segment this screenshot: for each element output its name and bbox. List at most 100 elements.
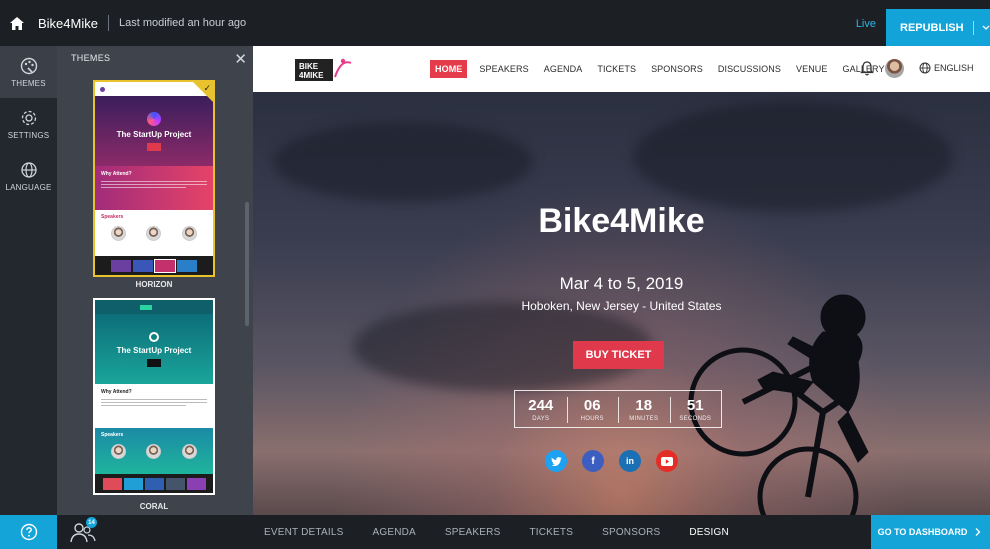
top-bar: Bike4Mike Last modified an hour ago Live…	[0, 0, 990, 46]
social-links: f in	[545, 450, 678, 472]
globe-icon	[919, 62, 931, 74]
help-button[interactable]	[0, 515, 57, 549]
thumbnail-button	[146, 142, 162, 151]
logo-text-line2: 4MIKE	[299, 71, 324, 80]
tab-tickets[interactable]: TICKETS	[529, 527, 573, 538]
thumbnail-speakers-heading: Speakers	[101, 214, 124, 220]
nav-home[interactable]: HOME	[430, 60, 468, 78]
theme-card-horizon[interactable]: The StartUp Project Why Attend? Speakers…	[93, 80, 215, 277]
republish-button[interactable]: REPUBLISH	[886, 9, 990, 46]
theme-color-swatches	[95, 256, 213, 275]
event-date: Mar 4 to 5, 2019	[559, 274, 684, 293]
countdown-minutes: 18 MINUTES	[618, 391, 670, 427]
theme-name-horizon: HORIZON	[135, 280, 173, 289]
theme-thumbnail[interactable]: The StartUp Project Why Attend? Speakers	[93, 298, 215, 495]
scrollbar[interactable]	[245, 202, 249, 326]
logo-text-line1: BIKE	[299, 62, 319, 71]
hero-section: Bike4Mike Mar 4 to 5, 2019 Hoboken, New …	[253, 92, 990, 515]
last-modified-text: Last modified an hour ago	[118, 17, 247, 29]
theme-thumbnail[interactable]: The StartUp Project Why Attend? Speakers…	[93, 80, 215, 277]
thumbnail-button	[146, 358, 162, 367]
tab-speakers[interactable]: SPEAKERS	[445, 527, 501, 538]
thumbnail-speakers-section: Speakers	[95, 428, 213, 478]
tab-sponsors[interactable]: SPONSORS	[602, 527, 660, 538]
tab-event-details[interactable]: EVENT DETAILS	[264, 527, 343, 538]
attendee-count-badge: 14	[86, 517, 97, 528]
twitter-icon[interactable]	[545, 450, 567, 472]
thumbnail-why-heading: Why Attend?	[101, 389, 132, 395]
event-location: Hoboken, New Jersey - United States	[521, 299, 722, 313]
bell-icon[interactable]	[860, 61, 874, 81]
chevron-down-icon[interactable]	[982, 25, 990, 31]
divider	[107, 15, 109, 31]
nav-tickets[interactable]: TICKETS	[597, 64, 636, 74]
nav-venue[interactable]: VENUE	[796, 64, 828, 74]
rail-item-label: LANGUAGE	[5, 183, 52, 192]
theme-card-coral[interactable]: The StartUp Project Why Attend? Speakers	[93, 298, 215, 495]
chevron-right-icon	[975, 528, 981, 536]
color-swatch[interactable]	[154, 258, 176, 273]
site-nav: BIKE 4MIKE HOME SPEAKERS AGENDA TICKETS …	[253, 46, 990, 92]
color-swatch[interactable]	[102, 477, 122, 490]
color-swatch[interactable]	[144, 477, 164, 490]
rail-item-language[interactable]: LANGUAGE	[0, 150, 57, 202]
rail-item-label: THEMES	[11, 79, 46, 88]
live-link[interactable]: Live	[856, 18, 876, 30]
thumbnail-why-section: Why Attend?	[95, 166, 213, 210]
facebook-icon[interactable]: f	[582, 450, 604, 472]
avatar	[111, 444, 127, 459]
avatar	[181, 444, 197, 459]
divider	[972, 20, 974, 35]
event-title: Bike4Mike	[538, 202, 705, 240]
theme-color-swatches	[95, 474, 213, 493]
avatar	[146, 226, 162, 241]
language-label: ENGLISH	[934, 63, 974, 73]
color-swatch[interactable]	[165, 477, 185, 490]
gear-icon	[21, 110, 36, 126]
thumbnail-title: The StartUp Project	[116, 345, 192, 355]
thumbnail-why-section: Why Attend?	[95, 384, 213, 428]
site-logo[interactable]: BIKE 4MIKE	[295, 55, 353, 85]
color-swatch[interactable]	[186, 477, 206, 490]
color-swatch[interactable]	[111, 259, 131, 272]
avatar	[111, 226, 127, 241]
color-swatch[interactable]	[123, 477, 143, 490]
tab-design[interactable]: DESIGN	[689, 527, 729, 538]
site-menu: HOME SPEAKERS AGENDA TICKETS SPONSORS DI…	[430, 46, 900, 92]
linkedin-icon[interactable]: in	[619, 450, 641, 472]
countdown-value: 06	[583, 396, 601, 414]
thumbnail-speakers-heading: Speakers	[101, 432, 124, 438]
buy-ticket-button[interactable]: BUY TICKET	[573, 341, 664, 369]
nav-discussions[interactable]: DISCUSSIONS	[718, 64, 781, 74]
avatar[interactable]	[885, 59, 904, 78]
dashboard-label: GO TO DASHBOARD	[877, 527, 968, 537]
color-swatch[interactable]	[133, 259, 153, 272]
rail-item-themes[interactable]: THEMES	[0, 46, 57, 98]
theme-name-coral: CORAL	[139, 502, 169, 511]
close-icon[interactable]: ✕	[234, 50, 247, 68]
cloud-shape	[273, 122, 533, 202]
thumbnail-title: The StartUp Project	[116, 129, 192, 139]
republish-label: REPUBLISH	[900, 21, 964, 34]
app-name: Bike4Mike	[38, 15, 98, 31]
youtube-icon[interactable]	[656, 450, 678, 472]
tab-agenda[interactable]: AGENDA	[372, 527, 415, 538]
color-swatch[interactable]	[177, 259, 197, 272]
countdown-seconds: 51 SECONDS	[669, 391, 722, 427]
nav-sponsors[interactable]: SPONSORS	[651, 64, 703, 74]
nav-speakers[interactable]: SPEAKERS	[479, 64, 528, 74]
go-to-dashboard-button[interactable]: GO TO DASHBOARD	[871, 515, 990, 549]
countdown-label: SECONDS	[679, 415, 712, 422]
bottom-tabs: EVENT DETAILS AGENDA SPEAKERS TICKETS SP…	[264, 515, 758, 549]
rail-item-settings[interactable]: SETTINGS	[0, 98, 57, 150]
thumbnail-speakers-section: Speakers	[95, 210, 213, 260]
language-selector[interactable]: ENGLISH	[919, 62, 974, 74]
thumbnail-why-heading: Why Attend?	[101, 171, 132, 177]
attendees-button[interactable]: 14	[70, 517, 97, 548]
countdown-days: 244 DAYS	[515, 391, 567, 427]
home-icon[interactable]	[0, 0, 34, 46]
thumbnail-hero: The StartUp Project	[95, 314, 213, 384]
site-preview: BIKE 4MIKE HOME SPEAKERS AGENDA TICKETS …	[253, 46, 990, 515]
countdown-label: HOURS	[580, 415, 604, 422]
nav-agenda[interactable]: AGENDA	[544, 64, 583, 74]
